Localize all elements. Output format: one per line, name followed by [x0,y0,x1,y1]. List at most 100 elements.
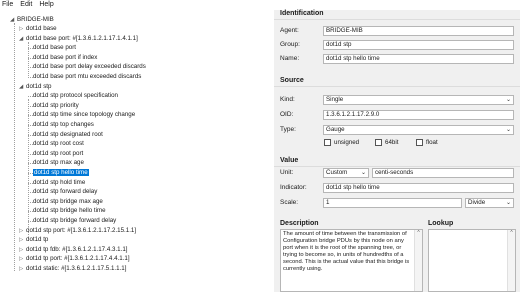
tree-item-label: dot1d stp hold time [33,178,86,186]
tree-item-label: dot1d stp max age [33,159,84,167]
checkbox-icon [324,139,331,146]
tree-item-label: dot1d tp [26,236,49,244]
unsigned-checkbox[interactable]: unsigned [324,139,359,146]
expand-icon[interactable]: ▷ [19,265,26,274]
mib-tree: ◢ BRIDGE-MIB ▷ dot1d base ◢ dot1d base port:… [0,11,265,292]
tree-item[interactable]: dot1d stp bridge max age [33,197,103,206]
source-divider [274,86,520,87]
tree-item-label: dot1d stp bridge forward delay [33,217,117,224]
lookup-title: Lookup [428,220,454,227]
name-field[interactable]: dot1d stp hello time [323,54,514,64]
description-text[interactable]: The amount of time between the transmiss… [280,229,423,292]
tree-item[interactable]: dot1d stp max age [33,158,84,167]
lookup-scrollbar[interactable]: ^ [507,230,515,291]
indicator-field[interactable]: dot1d stp hello time [323,183,514,193]
identification-divider [274,19,520,20]
checkbox-icon [416,139,423,146]
scale-field[interactable]: 1 [323,198,462,208]
tree-item-label: dot1d tp port: #[1.3.6.1.2.1.17.4.4.1.1] [26,255,130,263]
tree-connector [28,77,33,78]
tree-item[interactable]: dot1d base port if index [33,53,97,62]
tree-item[interactable]: dot1d base port mtu exceeded discards [33,72,141,81]
unit-mode-select[interactable]: Custom ⌄ [323,168,369,178]
description-body: The amount of time between the transmiss… [283,231,410,272]
oid-label: OID: [280,111,294,118]
tree-item[interactable]: dot1d stp bridge forward delay [33,216,116,225]
tree-item[interactable]: dot1d stp top changes [33,120,94,129]
float-checkbox[interactable]: float [416,139,438,146]
tree-item[interactable]: ▷ dot1d tp port: #[1.3.6.1.2.1.17.4.4.1.1… [19,254,130,263]
tree-item-label: dot1d tp fdb: #[1.3.6.1.2.1.17.4.3.1.1] [26,245,128,253]
chevron-down-icon: ⌄ [360,170,366,176]
tree-item-label: dot1d stp port: #[1.3.6.1.2.1.17.2.15.1.… [26,226,137,234]
tree-item[interactable]: dot1d stp time since topology change [33,110,135,119]
tree-item[interactable]: dot1d base port [33,43,76,52]
tree-root-label: BRIDGE-MIB [17,16,54,23]
tree-item[interactable]: ▷ dot1d tp [19,235,48,244]
tree-item[interactable]: dot1d stp hello time [33,168,89,177]
chevron-up-icon[interactable]: ^ [510,230,512,236]
scale-op-select[interactable]: Divide ⌄ [465,198,514,208]
tree-item[interactable]: dot1d stp forward delay [33,187,97,196]
description-title: Description [280,220,319,227]
lookup-list[interactable] [428,229,516,292]
agent-field[interactable]: BRIDGE-MIB [323,26,514,36]
unit-mode-value: Custom [326,169,348,176]
tree-item[interactable]: dot1d base port delay exceeded discards [33,62,146,71]
unit-field[interactable]: centi-seconds [372,168,514,178]
type-select[interactable]: Gauge ⌄ [323,125,514,135]
oid-field[interactable]: 1.3.6.1.2.1.17.2.9.0 [323,110,514,120]
menu-file[interactable]: File [2,0,13,10]
unit-label: Unit: [280,169,294,176]
tree-item[interactable]: dot1d stp protocol specification [33,91,118,100]
scale-op-value: Divide [468,199,486,206]
indicator-label: Indicator: [280,184,307,191]
tree-item-label: dot1d base port delay exceeded discards [33,63,146,71]
value-title: Value [280,157,299,164]
tree-item-label: dot1d stp root cost [33,140,84,148]
tree-item[interactable]: ◢ dot1d stp [19,82,51,91]
unsigned-label: unsigned [334,139,360,146]
tree-item-label: dot1d base port: #[1.3.6.1.2.1.17.1.4.1.… [26,34,138,42]
tree-item[interactable]: ▷ dot1d tp fdb: #[1.3.6.1.2.1.17.4.3.1.1] [19,245,128,254]
tree-item[interactable]: dot1d stp root cost [33,139,84,148]
collapse-icon[interactable]: ◢ [19,83,26,92]
tree-item[interactable]: ▷ dot1d static: #[1.3.6.1.2.1.17.5.1.1.1] [19,264,126,273]
tree-guide-line [14,23,15,271]
group-label: Group: [280,41,300,48]
kind-label: Kind: [280,96,295,103]
64bit-label: 64bit [385,139,399,146]
tree-item[interactable]: dot1d stp bridge hello time [33,206,106,215]
tree-item[interactable]: dot1d stp root port [33,149,83,158]
chevron-down-icon: ⌄ [505,200,511,206]
tree-item-label: dot1d base port [33,44,77,52]
tree-item[interactable]: dot1d stp hold time [33,178,85,187]
tree-item[interactable]: ▷ dot1d stp port: #[1.3.6.1.2.1.17.2.15.1… [19,226,136,235]
agent-label: Agent: [280,27,299,34]
tree-item[interactable]: dot1d stp priority [33,101,79,110]
menu-bar: File Edit Help [0,0,520,10]
name-label: Name: [280,55,300,62]
64bit-checkbox[interactable]: 64bit [375,139,398,146]
chevron-down-icon: ⌄ [505,97,511,103]
tree-item-label: dot1d stp hello time [33,169,89,176]
group-field[interactable]: dot1d stp [323,40,514,50]
tree-item[interactable]: ▷ dot1d base [19,24,57,33]
scale-label: Scale: [280,199,299,206]
kind-value: Single [326,96,344,103]
description-scrollbar[interactable]: ^ [414,230,422,291]
tree-item-label: dot1d base port if index [33,53,98,61]
chevron-up-icon[interactable]: ^ [417,230,419,236]
tree-item-label: dot1d stp designated root [33,130,103,138]
collapse-icon[interactable]: ◢ [19,35,26,44]
kind-select[interactable]: Single ⌄ [323,95,514,105]
source-title: Source [280,77,304,84]
value-divider [274,166,520,167]
tree-item[interactable]: ◢ dot1d base port: #[1.3.6.1.2.1.17.1.4.1… [19,34,138,43]
tree-item-label: dot1d stp top changes [33,121,94,128]
tree-root[interactable]: ◢ BRIDGE-MIB [10,15,54,24]
menu-help[interactable]: Help [39,0,53,10]
checkbox-icon [375,139,382,146]
tree-item[interactable]: dot1d stp designated root [33,130,103,139]
menu-edit[interactable]: Edit [20,0,32,10]
